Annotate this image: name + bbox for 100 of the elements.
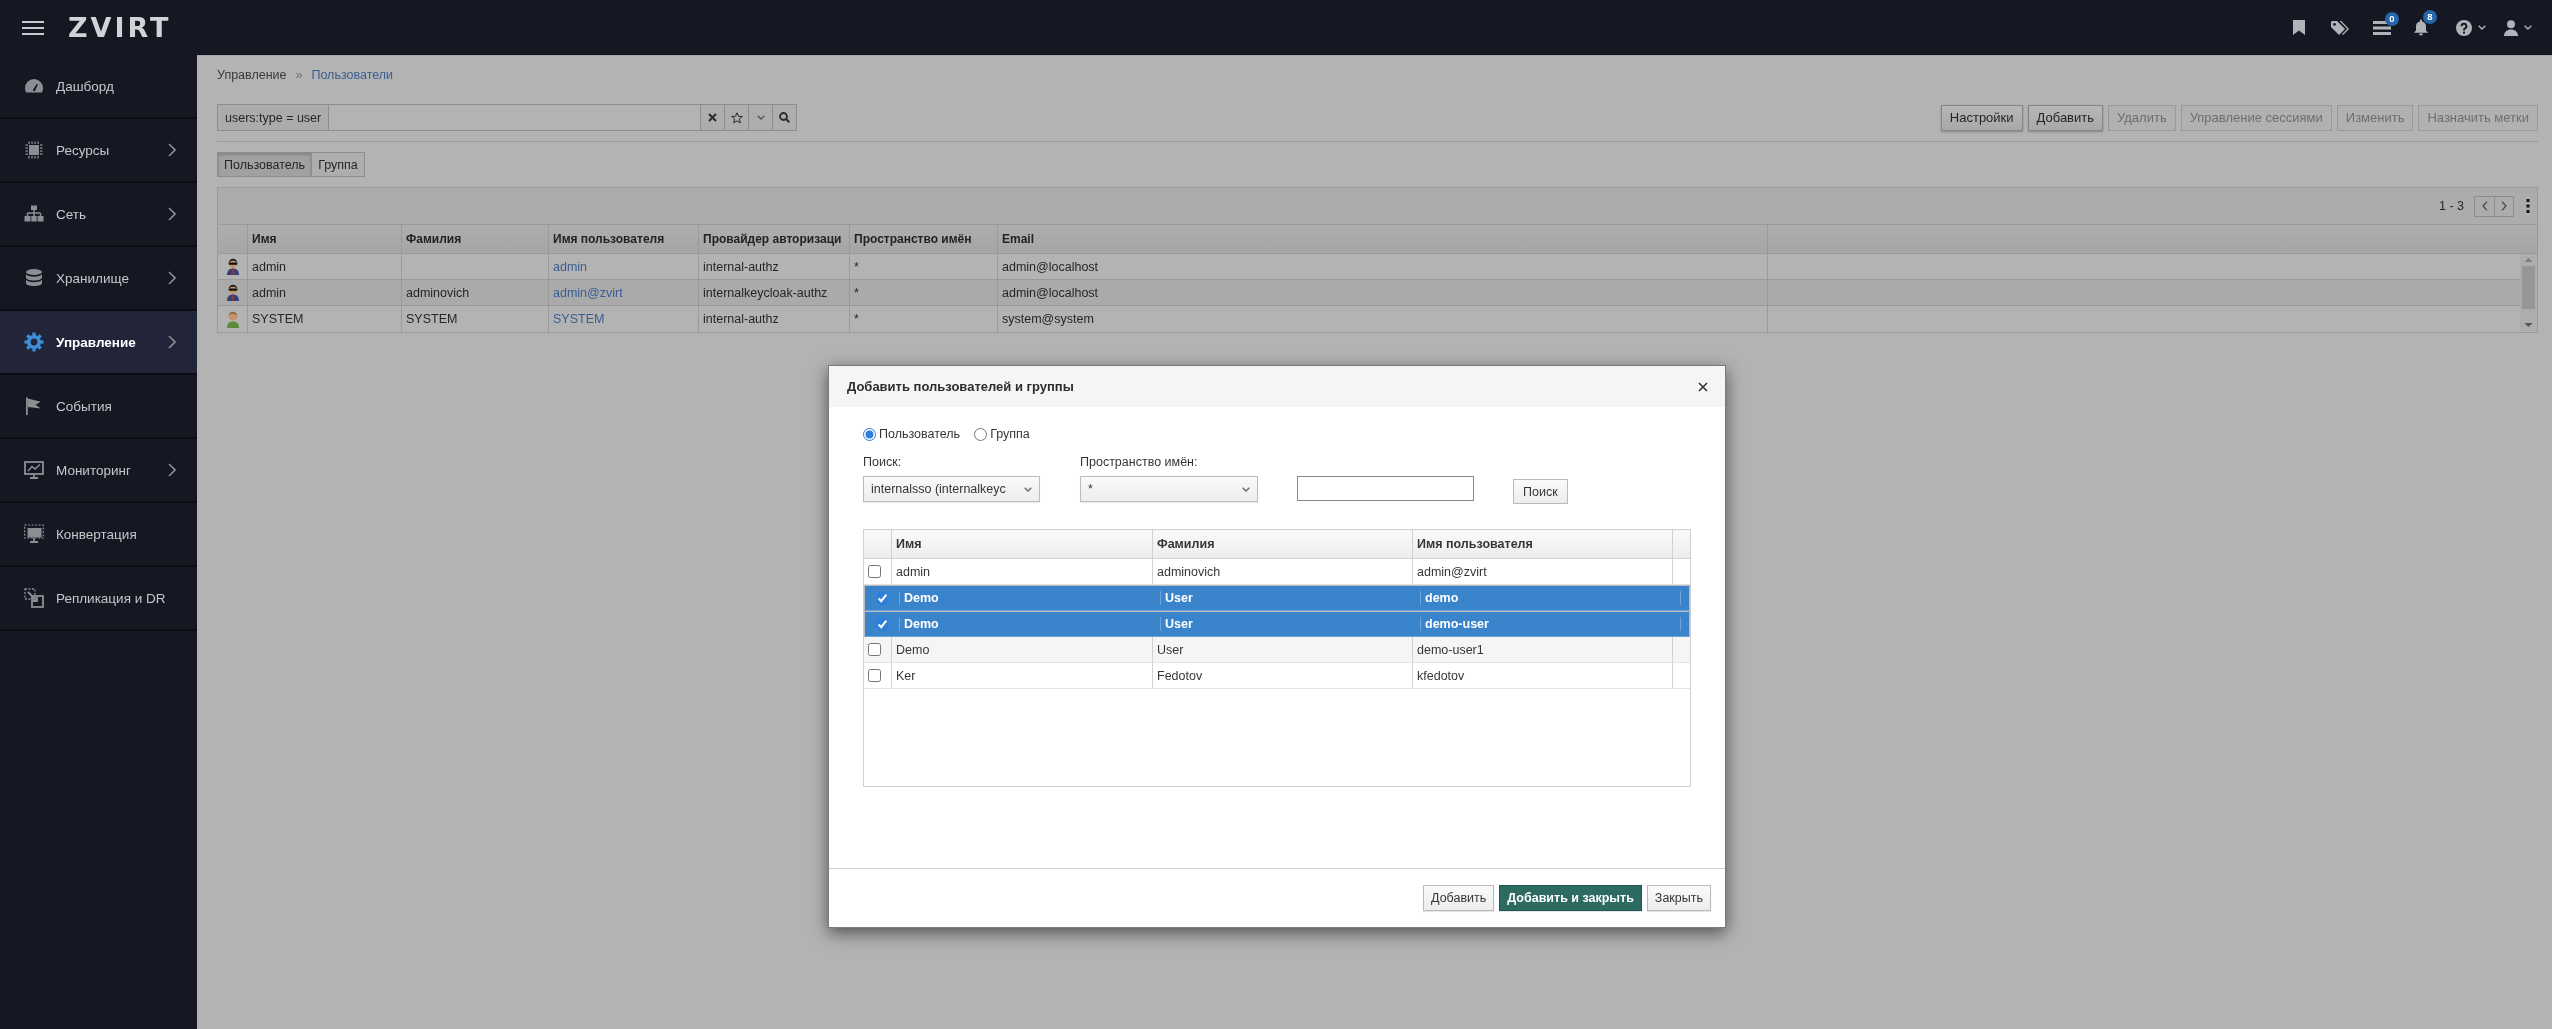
row-checkbox[interactable] <box>876 617 889 631</box>
table-cell: demo-user1 <box>1413 637 1673 662</box>
person-icon <box>226 310 239 328</box>
chevron-right-icon <box>2501 201 2507 211</box>
table-cell: User <box>1161 617 1421 631</box>
tag-icon[interactable] <box>2331 19 2349 36</box>
table-cell: admin <box>248 280 402 305</box>
search-input[interactable] <box>329 104 701 131</box>
row-checkbox[interactable] <box>868 669 881 682</box>
notification-badge: 8 <box>2423 10 2437 24</box>
caret-down-icon <box>1242 486 1250 492</box>
table-cell: admin <box>892 559 1153 584</box>
dialog-button[interactable]: Добавить <box>1423 885 1495 911</box>
table-cell: User <box>1161 591 1421 605</box>
table-row[interactable]: Demo User demo-user1 <box>864 637 1690 663</box>
namespace-select[interactable]: * <box>1080 476 1258 502</box>
monitor-chart-icon <box>24 460 44 480</box>
table-cell: SYSTEM <box>402 306 549 332</box>
column-header[interactable]: Имя пользователя <box>549 225 699 253</box>
pagination-range: 1 - 3 <box>2439 199 2464 213</box>
table-cell: adminovich <box>402 280 549 305</box>
help-icon[interactable] <box>2456 19 2472 36</box>
database-icon <box>24 268 44 288</box>
table-row[interactable]: admin adminovich admin@zvirt internalkeycloak-authz * admin@localhost <box>218 280 2520 306</box>
bell-icon[interactable] <box>2413 19 2429 36</box>
search-icon <box>779 112 790 123</box>
table-cell: * <box>850 254 998 279</box>
column-header[interactable]: Имя пользователя <box>1413 530 1673 558</box>
user-icon[interactable] <box>2504 19 2518 36</box>
toolbar-button[interactable]: Добавить <box>2027 104 2103 131</box>
table-cell: * <box>850 306 998 332</box>
column-header[interactable]: Email <box>998 225 1768 253</box>
bookmark-search-button[interactable] <box>725 104 749 131</box>
row-checkbox[interactable] <box>868 565 881 578</box>
menu-icon[interactable] <box>22 20 44 35</box>
radio-button[interactable] <box>863 427 876 441</box>
breadcrumb-item[interactable]: Управление <box>217 67 287 82</box>
table-row[interactable]: Ker Fedotov kfedotov <box>864 663 1690 689</box>
dialog-button[interactable]: Закрыть <box>1646 885 1711 911</box>
table-cell: Demo <box>900 617 1161 631</box>
table-cell: admin@localhost <box>998 254 1768 279</box>
table-cell: internal-authz <box>699 254 850 279</box>
close-icon <box>708 113 717 122</box>
column-header[interactable]: Провайдер авторизаци <box>699 225 850 253</box>
table-row[interactable]: SYSTEM SYSTEM SYSTEM internal-authz * system@system <box>218 306 2520 332</box>
table-cell: Fedotov <box>1153 663 1413 688</box>
table-cell: demo <box>1421 591 1681 605</box>
provider-select[interactable]: internalsso (internalkeyc <box>863 476 1040 502</box>
radio-button[interactable] <box>974 427 988 441</box>
table-cell: system@system <box>998 306 1768 332</box>
table-cell: Ker <box>892 663 1153 688</box>
column-header[interactable]: Фамилия <box>402 225 549 253</box>
notification-badge: 0 <box>2385 11 2399 26</box>
dialog-button[interactable]: Добавить и закрыть <box>1499 885 1642 911</box>
breadcrumb-separator: » <box>295 67 303 82</box>
toolbar-button[interactable]: Настройки <box>1940 104 2023 131</box>
radio-label[interactable]: Пользователь <box>879 427 961 441</box>
view-tab[interactable]: Группа <box>312 152 365 177</box>
table-cell: admin@zvirt <box>1413 559 1673 584</box>
logo: ZVIRT <box>68 14 172 41</box>
column-header[interactable]: Имя <box>892 530 1153 558</box>
caret-down-icon <box>2478 25 2486 30</box>
row-checkbox[interactable] <box>868 643 881 656</box>
table-row[interactable]: Demo User demo <box>864 585 1690 611</box>
search-button[interactable]: Поиск <box>1513 479 1568 504</box>
copy-arrow-icon <box>24 588 44 608</box>
table-row[interactable]: Demo User demo-user <box>864 611 1690 637</box>
sidebar-item[interactable]: Управление <box>0 311 197 375</box>
table-cell: SYSTEM <box>248 306 402 332</box>
column-header[interactable]: Имя <box>248 225 402 253</box>
table-row[interactable]: admin adminovich admin@zvirt <box>864 559 1690 585</box>
column-header[interactable]: Фамилия <box>1153 530 1413 558</box>
table-cell: admin@localhost <box>998 280 1768 305</box>
kebab-icon[interactable] <box>2526 199 2530 213</box>
search-prefix: users:type = user <box>217 104 330 131</box>
table-cell: * <box>850 280 998 305</box>
table-cell: User <box>1153 637 1413 662</box>
caret-down-icon <box>1024 486 1032 492</box>
clear-button[interactable] <box>701 104 725 131</box>
search-input[interactable] <box>1297 476 1474 501</box>
table-cell: demo-user <box>1421 617 1681 631</box>
table-cell: kfedotov <box>1413 663 1673 688</box>
search-button[interactable] <box>773 104 797 131</box>
close-icon[interactable] <box>1698 381 1708 392</box>
column-header[interactable]: Пространство имён <box>850 225 998 253</box>
table-cell: admin <box>248 254 402 279</box>
radio-label[interactable]: Группа <box>990 427 1030 441</box>
table-cell: internal-authz <box>699 306 850 332</box>
view-tab[interactable]: Пользователь <box>217 152 313 177</box>
field-label: Поиск: <box>863 454 903 469</box>
gear-icon <box>24 332 44 352</box>
bookmark-icon[interactable] <box>2293 20 2305 35</box>
row-checkbox[interactable] <box>876 591 889 605</box>
chip-icon <box>24 140 44 160</box>
caret-down-icon <box>2524 25 2532 30</box>
table-cell: Demo <box>900 591 1161 605</box>
table-cell: internalkeycloak-authz <box>699 280 850 305</box>
network-icon <box>24 204 44 224</box>
list-icon[interactable] <box>2373 20 2391 35</box>
field-label: Пространство имён: <box>1080 454 1199 469</box>
